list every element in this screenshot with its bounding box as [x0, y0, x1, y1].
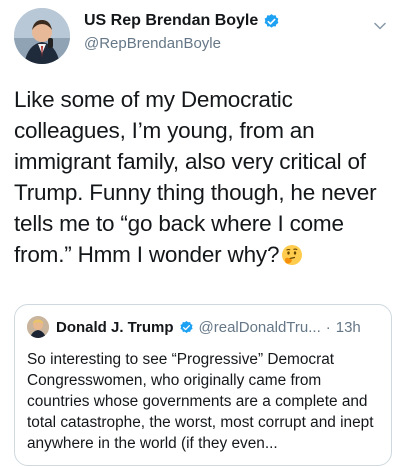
author-display-name[interactable]: US Rep Brendan Boyle	[84, 12, 258, 30]
tweet-text-content: Like some of my Democratic colleagues, I…	[14, 87, 377, 267]
author-handle[interactable]: @RepBrendanBoyle	[84, 35, 221, 52]
tweet-card: US Rep Brendan Boyle @RepBrendanBoyle Li…	[0, 0, 400, 466]
thinking-face-icon	[281, 243, 303, 265]
verified-badge-icon	[179, 320, 194, 335]
quoted-tweet-header: Donald J. Trump @realDonaldTru... · 13h	[27, 316, 361, 338]
quoted-author-handle: @realDonaldTru...	[198, 318, 321, 336]
author-avatar[interactable]	[14, 8, 70, 64]
quoted-tweet[interactable]: Donald J. Trump @realDonaldTru... · 13h …	[14, 304, 392, 466]
author-name-row[interactable]: US Rep Brendan Boyle	[84, 12, 280, 30]
quoted-tweet-text: So interesting to see “Progressive” Demo…	[27, 351, 374, 452]
quoted-timestamp: 13h	[335, 318, 361, 336]
quoted-author-name: Donald J. Trump	[56, 318, 174, 336]
tweet-text: Like some of my Democratic colleagues, I…	[14, 84, 392, 270]
separator-dot: ·	[325, 318, 331, 336]
chevron-down-icon[interactable]	[372, 18, 388, 34]
quoted-author-avatar	[27, 316, 49, 338]
verified-badge-icon	[263, 13, 280, 30]
